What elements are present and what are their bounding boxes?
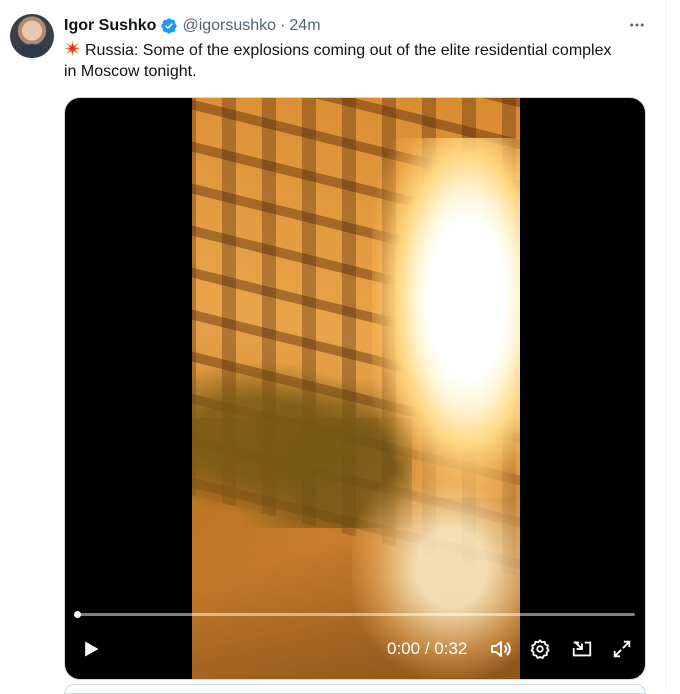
play-icon[interactable] bbox=[77, 635, 105, 663]
volume-icon[interactable] bbox=[487, 635, 515, 663]
more-icon[interactable] bbox=[626, 14, 648, 36]
avatar[interactable] bbox=[10, 14, 54, 58]
tweet-timestamp[interactable]: 24m bbox=[289, 17, 320, 35]
explosion-image bbox=[372, 138, 520, 498]
tweet-text: Russia: Some of the explosions coming ou… bbox=[64, 42, 612, 80]
video-frame[interactable] bbox=[192, 98, 520, 679]
separator-dot: · bbox=[280, 17, 286, 34]
picture-in-picture-icon[interactable] bbox=[568, 635, 596, 663]
divider bbox=[665, 0, 666, 690]
progress-thumb[interactable] bbox=[74, 611, 81, 618]
next-card-edge bbox=[64, 684, 646, 694]
tweet-header: Igor Sushko @igorsushko · 24m bbox=[64, 14, 321, 38]
current-time: 0:00 bbox=[387, 639, 421, 658]
video-player[interactable]: 0:00 / 0:32 bbox=[64, 97, 646, 680]
time-separator: / bbox=[424, 639, 430, 658]
tweet-text-block: Russia: Some of the explosions coming ou… bbox=[64, 40, 624, 82]
progress-bar[interactable] bbox=[75, 613, 635, 616]
verified-badge-icon[interactable] bbox=[160, 17, 178, 35]
author-name[interactable]: Igor Sushko bbox=[64, 17, 156, 35]
video-controls: 0:00 / 0:32 bbox=[65, 609, 645, 679]
gear-icon[interactable] bbox=[526, 635, 554, 663]
author-handle[interactable]: @igorsushko bbox=[182, 17, 276, 35]
duration: 0:32 bbox=[434, 639, 468, 658]
collision-icon bbox=[64, 40, 81, 57]
tweet[interactable]: Igor Sushko @igorsushko · 24m Russia: So… bbox=[0, 0, 680, 694]
video-time: 0:00 / 0:32 bbox=[387, 637, 467, 661]
fullscreen-icon[interactable] bbox=[608, 635, 636, 663]
